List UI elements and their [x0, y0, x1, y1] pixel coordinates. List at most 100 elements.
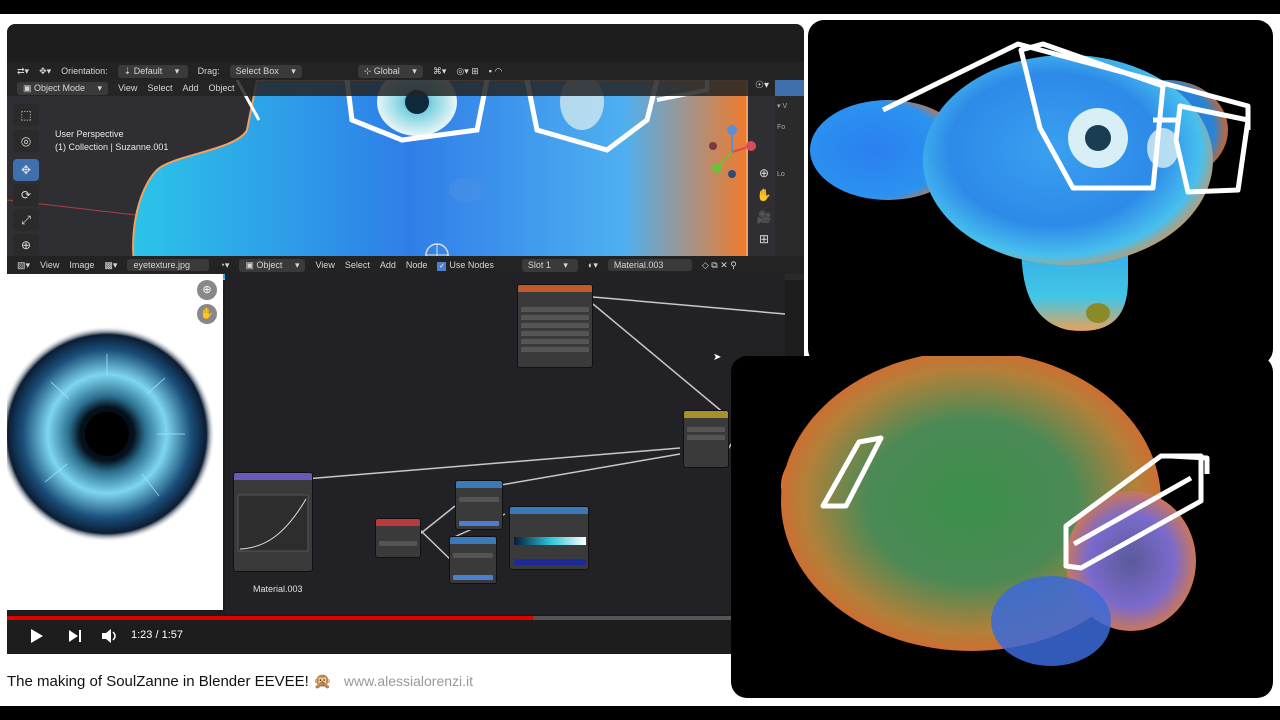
top-letterbox — [0, 0, 1280, 14]
image-menu-view[interactable]: View — [40, 260, 59, 270]
rotate-icon: ⟳ — [20, 188, 32, 202]
move-tool-button[interactable]: ✥ — [13, 159, 39, 181]
node-menu-select[interactable]: Select — [345, 260, 370, 270]
editors-header: ▧▾ View Image ▩▾ eyetexture.jpg ◔▾ ▣ Obj… — [7, 256, 804, 274]
divide-math-node[interactable] — [449, 536, 497, 584]
material-node-label: Material.003 — [253, 584, 303, 594]
vector-curves-node[interactable] — [233, 472, 313, 572]
transform-tool-button[interactable]: ⊕ — [13, 234, 39, 256]
orientation-dropdown[interactable]: ⇣ Default ▾ — [117, 64, 188, 78]
bottom-letterbox — [0, 706, 1280, 720]
node-editor-type-icon[interactable]: ◔▾ — [219, 260, 229, 271]
transform-value: Global — [373, 65, 400, 76]
snap-icon[interactable]: ◎▾ ⊞ — [456, 66, 478, 77]
video-title[interactable]: The making of SoulZanne in Blender EEVEE… — [7, 673, 309, 690]
node-menu-node[interactable]: Node — [406, 260, 428, 270]
use-nodes-checkbox[interactable]: ✓ Use Nodes — [437, 260, 504, 271]
move-gizmo-icon[interactable]: ✥▾ — [39, 66, 51, 77]
viewport-menu-add[interactable]: Add — [182, 83, 198, 93]
layer-weight-node[interactable] — [375, 518, 421, 558]
grid-icon[interactable]: ⊞ — [753, 232, 775, 250]
eye-texture-image — [7, 326, 215, 542]
mix-node[interactable] — [683, 410, 729, 468]
current-time: 1:23 — [131, 629, 153, 641]
node-menu-view[interactable]: View — [315, 260, 334, 270]
total-time: 1:57 — [161, 629, 184, 641]
navigation-gizmo[interactable] — [707, 124, 757, 180]
volume-button[interactable] — [101, 628, 119, 644]
progress-track[interactable] — [7, 616, 733, 620]
orientation-value: Default — [133, 65, 163, 76]
view-mode-label: User Perspective — [55, 129, 124, 139]
volume-icon — [102, 629, 116, 643]
material-browse-icon[interactable]: ◐▾ — [588, 260, 598, 271]
transform-orientation-dropdown[interactable]: ⊹ Global ▾ — [357, 64, 423, 78]
slot-dropdown[interactable]: Slot 1 ▾ — [521, 258, 578, 272]
3d-cursor-icon: ◎ — [20, 134, 32, 148]
video-title-line: The making of SoulZanne in Blender EEVEE… — [7, 672, 473, 690]
zoom-icon[interactable]: ⊕ — [753, 166, 775, 184]
node-object-value: Object — [256, 259, 283, 270]
transform-icon: ⊕ — [20, 238, 32, 252]
pivot-icon[interactable]: ⌘▾ — [433, 66, 447, 77]
proportional-icon[interactable]: ▪ ◠ — [489, 66, 503, 77]
viewport-menu-object[interactable]: Object — [208, 83, 234, 93]
multiply-math-node[interactable] — [455, 480, 503, 530]
mouse-cursor-icon: ➤ — [713, 352, 722, 363]
image-menu-image[interactable]: Image — [69, 260, 94, 270]
cursor-icon: ⬚ — [20, 108, 32, 122]
rotate-tool-button[interactable]: ⟳ — [13, 184, 39, 206]
color-ramp-node[interactable] — [509, 506, 589, 570]
video-player[interactable]: ⇄▾ ✥▾ Orientation: ⇣ Default ▾ Drag: Sel… — [7, 24, 804, 654]
checkbox-check-icon: ✓ — [437, 261, 447, 271]
viewport-header: ▣ Object Mode ▾ View Select Add Object — [7, 80, 804, 96]
node-header — [376, 519, 420, 526]
overlay-toggle[interactable] — [775, 80, 804, 96]
select-tool-button[interactable]: ⬚ — [13, 104, 39, 126]
shader-node-editor[interactable]: Material.003 ➤ — [225, 274, 785, 614]
viewport-shading-icon[interactable]: ☉▾ — [755, 80, 775, 96]
next-button[interactable] — [67, 628, 83, 644]
orientation-label: Orientation: — [61, 66, 108, 76]
image-editor-type-icon[interactable]: ▧▾ — [17, 260, 30, 271]
3d-viewport[interactable]: User Perspective (1) Collection | Suzann… — [7, 80, 804, 280]
mode-dropdown[interactable]: ▣ Object Mode ▾ — [17, 81, 109, 95]
image-name-value: eyetexture.jpg — [133, 260, 190, 270]
play-button[interactable] — [29, 628, 45, 644]
cursor-tool-button[interactable]: ◎ — [13, 130, 39, 152]
color-ramp-gradient[interactable] — [514, 537, 586, 545]
drag-label: Drag: — [197, 66, 220, 76]
node-header — [684, 411, 728, 418]
suzanne-render-front — [810, 41, 1251, 331]
editor-type-icon[interactable]: ⇄▾ — [17, 66, 29, 77]
node-menu-add[interactable]: Add — [380, 260, 396, 270]
image-name-field[interactable]: eyetexture.jpg — [127, 259, 210, 271]
viewport-menu-select[interactable]: Select — [147, 83, 172, 93]
page: ⇄▾ ✥▾ Orientation: ⇣ Default ▾ Drag: Sel… — [0, 0, 1280, 720]
scale-tool-button[interactable]: ⤢ — [13, 209, 39, 231]
monkey-emoji-icon: 🙊 — [313, 673, 332, 690]
viewport-menu-view[interactable]: View — [118, 83, 137, 93]
curve-graph — [237, 494, 309, 552]
image-zoom-icon[interactable]: ⊕ — [197, 280, 217, 300]
color-ramp-swatch[interactable] — [514, 559, 586, 565]
material-actions-icons[interactable]: ◇ ⧉ ✕ ⚲ — [702, 260, 737, 271]
camera-icon[interactable]: 🎥 — [753, 210, 775, 228]
viewport-overlay-text: User Perspective (1) Collection | Suzann… — [55, 128, 168, 154]
image-pan-icon[interactable]: ✋ — [197, 304, 217, 324]
image-browse-icon[interactable]: ▩▾ — [104, 260, 117, 271]
node-object-dropdown[interactable]: ▣ Object ▾ — [239, 258, 306, 272]
image-editor-pane[interactable]: ⊕ ✋ — [7, 274, 223, 610]
use-nodes-label: Use Nodes — [449, 259, 494, 270]
render-panel-top — [808, 20, 1273, 365]
sidebar-panel[interactable]: ▾ V Fo Lo — [775, 96, 804, 280]
material-name-field[interactable]: Material.003 — [607, 259, 692, 271]
node-header — [518, 285, 592, 292]
drag-value: Select Box — [235, 65, 279, 76]
hand-pan-icon[interactable]: ✋ — [753, 188, 775, 206]
image-texture-node[interactable] — [517, 284, 593, 368]
node-header — [456, 481, 502, 488]
drag-dropdown[interactable]: Select Box ▾ — [229, 64, 302, 78]
progress-fill — [7, 616, 534, 620]
website-link[interactable]: www.alessialorenzi.it — [344, 673, 473, 689]
